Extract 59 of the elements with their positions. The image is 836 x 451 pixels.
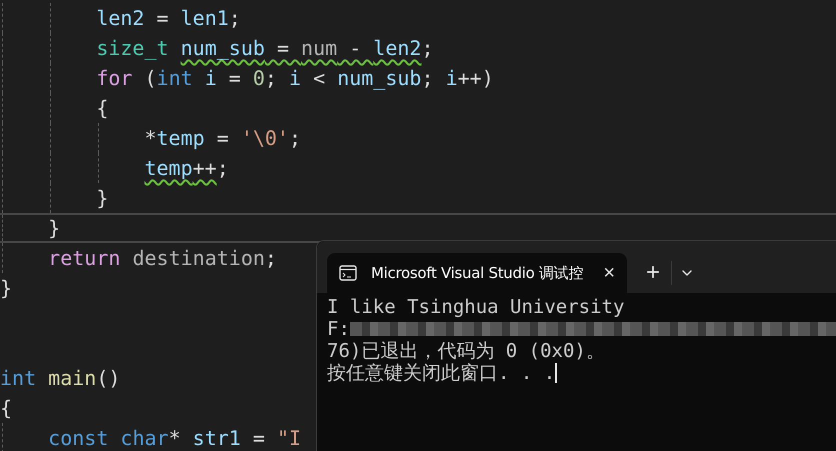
code-token: num_sub	[180, 35, 265, 62]
code-token: destination	[132, 245, 265, 272]
code-token: *	[168, 425, 182, 451]
code-token: =	[156, 5, 170, 32]
code-token: ;	[216, 155, 229, 182]
new-tab-button[interactable]: +	[635, 253, 671, 293]
close-button[interactable]: ×	[603, 263, 615, 283]
code-token: const	[48, 425, 110, 451]
code-token: num_sub	[337, 65, 422, 92]
code-token: =	[252, 425, 266, 451]
code-token: return	[48, 245, 122, 272]
code-token: "I	[276, 425, 302, 451]
code-token: ;	[264, 65, 278, 92]
code-token: 0	[252, 65, 265, 92]
code-token: temp	[144, 155, 193, 182]
code-token: {	[0, 395, 12, 422]
code-token: for	[96, 65, 132, 92]
code-token: ;	[421, 65, 435, 92]
code-token: len2	[373, 35, 422, 62]
code-token: ;	[421, 35, 434, 62]
code-token: }	[0, 275, 12, 302]
terminal-tab[interactable]: Microsoft Visual Studio 调试控 ×	[327, 253, 627, 293]
code-token: -	[348, 35, 362, 62]
code-token: ;	[228, 5, 241, 32]
terminal-output-line: 76)已退出，代码为 0 (0x0)。	[327, 340, 605, 362]
code-token: ;	[288, 125, 302, 152]
code-token: int	[0, 365, 38, 392]
code-token: =	[276, 35, 290, 62]
code-token: (	[143, 65, 157, 92]
code-token: len1	[180, 5, 229, 32]
code-token: i	[204, 65, 217, 92]
code-token: =	[228, 65, 242, 92]
code-token: i	[289, 65, 302, 92]
terminal-output-line: I like Tsinghua University	[327, 296, 624, 318]
text-cursor-icon	[555, 363, 557, 383]
code-token: num	[301, 35, 338, 62]
code-token: len2	[96, 5, 144, 32]
code-token: }	[48, 215, 60, 242]
code-token: main	[48, 365, 96, 392]
code-token: ;	[264, 245, 277, 272]
terminal-icon	[339, 265, 357, 281]
code-token: ++)	[458, 65, 494, 92]
code-token: int	[156, 65, 193, 92]
code-token: i	[446, 65, 458, 92]
code-token: *	[144, 125, 157, 152]
code-token: {	[96, 95, 108, 122]
tab-title: Microsoft Visual Studio 调试控	[371, 262, 584, 284]
code-token: '\0'	[240, 125, 289, 152]
code-token: str1	[192, 425, 241, 451]
code-token: <	[312, 65, 326, 92]
code-token: ++	[192, 155, 217, 182]
terminal-output-line: 按任意键关闭此窗口. . .	[327, 362, 556, 384]
code-token: char	[120, 425, 169, 451]
code-token: size_t	[96, 35, 170, 62]
code-token: ()	[96, 365, 120, 392]
code-token: }	[96, 185, 108, 212]
code-token: temp	[156, 125, 205, 152]
code-token: =	[216, 125, 230, 152]
terminal-output-line: F:	[327, 318, 350, 340]
